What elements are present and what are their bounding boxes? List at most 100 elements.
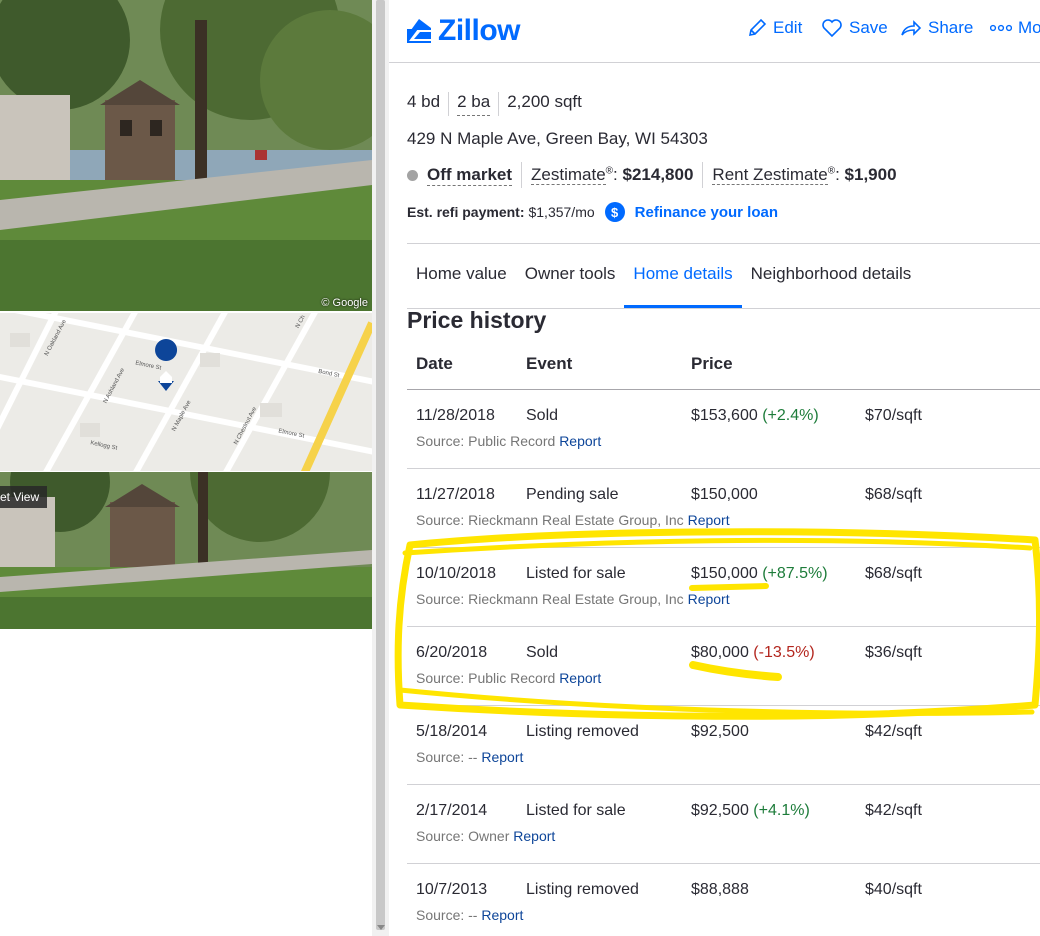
row-event: Sold	[526, 644, 559, 661]
divider	[702, 162, 704, 188]
row-price-per-sqft: $68/sqft	[865, 565, 922, 582]
row-price: $80,000 (-13.5%)	[691, 644, 815, 662]
map-thumbnail[interactable]: N Oakland Ave N Ashland Ave Elmore St N …	[0, 313, 372, 471]
zillow-logo[interactable]: Zillow	[406, 14, 521, 48]
rent-zestimate[interactable]: Rent Zestimate®: $1,900	[712, 165, 897, 185]
row-source: Source: Rieckmann Real Estate Group, Inc…	[416, 591, 730, 607]
source-text: Source: --	[416, 907, 478, 923]
rent-zestimate-value: $1,900	[844, 165, 897, 184]
price-value: $153,600	[691, 407, 758, 424]
tab-home-value[interactable]: Home value	[407, 244, 516, 308]
heart-icon	[822, 19, 842, 38]
google-attribution: © Google	[321, 297, 368, 309]
price-value: $88,888	[691, 881, 749, 898]
tab-home-details[interactable]: Home details	[624, 244, 742, 308]
zestimate-value: $214,800	[622, 165, 694, 184]
source-text: Source: --	[416, 749, 478, 765]
more-label: Mo	[1018, 18, 1040, 37]
report-link[interactable]: Report	[688, 591, 730, 607]
status-row: Off market Zestimate®: $214,800 Rent Zes…	[407, 162, 897, 188]
street-view-label[interactable]: et View	[0, 486, 48, 508]
scrollbar[interactable]	[372, 0, 389, 936]
pencil-icon	[748, 18, 767, 37]
price-value: $92,500	[691, 802, 749, 819]
section-title: Price history	[407, 307, 547, 333]
edit-label: Edit	[773, 18, 803, 37]
brand-name: Zillow	[438, 14, 521, 47]
row-event: Listing removed	[526, 723, 639, 740]
report-link[interactable]: Report	[481, 907, 523, 923]
source-text: Source: Public Record	[416, 670, 556, 686]
divider	[448, 92, 450, 116]
row-event: Sold	[526, 407, 559, 424]
scroll-down-arrow-icon[interactable]	[377, 925, 385, 930]
row-price-per-sqft: $36/sqft	[865, 644, 922, 661]
zillow-logo-icon	[407, 19, 431, 43]
report-link[interactable]: Report	[559, 433, 601, 449]
edit-button[interactable]: Edit	[747, 18, 802, 38]
row-event: Listing removed	[526, 881, 639, 898]
street-view-photo-2[interactable]: et View	[0, 472, 372, 629]
row-source: Source: Rieckmann Real Estate Group, Inc…	[416, 512, 730, 528]
row-price: $153,600 (+2.4%)	[691, 407, 819, 425]
price-change: (+87.5%)	[762, 565, 828, 582]
media-column: © Google N Oakland Ave N Ashland Ave Elm…	[0, 0, 372, 936]
more-button[interactable]: Mo	[990, 18, 1040, 38]
baths-count[interactable]: 2 ba	[457, 92, 491, 116]
row-price: $92,500	[691, 723, 749, 741]
row-date: 11/27/2018	[416, 486, 495, 503]
report-link[interactable]: Report	[688, 512, 730, 528]
price-value: $150,000	[691, 486, 758, 503]
share-label: Share	[928, 18, 974, 37]
share-arrow-icon	[901, 20, 922, 36]
row-date: 5/18/2014	[416, 723, 488, 740]
price-value: $80,000	[691, 644, 749, 661]
tab-neighborhood-details[interactable]: Neighborhood details	[742, 244, 921, 308]
share-button[interactable]: Share	[900, 18, 973, 38]
report-link[interactable]: Report	[513, 828, 555, 844]
row-date: 2/17/2014	[416, 802, 488, 819]
row-date: 10/10/2018	[416, 565, 497, 582]
street-view-photo[interactable]: © Google	[0, 0, 372, 311]
property-address: 429 N Maple Ave, Green Bay, WI 54303	[407, 129, 708, 148]
refi-label: Est. refi payment:	[407, 204, 525, 220]
tab-owner-tools[interactable]: Owner tools	[516, 244, 625, 308]
price-change: (-13.5%)	[753, 644, 815, 661]
table-row: 10/10/2018 Listed for sale $150,000 (+87.5…	[407, 548, 1040, 627]
price-value: $92,500	[691, 723, 749, 740]
price-value: $150,000	[691, 565, 758, 582]
table-row: 10/7/2013 Listing removed $88,888 $40/sqft S…	[407, 864, 1040, 936]
price-history-table: 11/28/2018 Sold $153,600 (+2.4%) $70/sqft So…	[407, 390, 1040, 936]
row-price-per-sqft: $42/sqft	[865, 723, 922, 740]
row-price-per-sqft: $68/sqft	[865, 486, 922, 503]
price-change: (+2.4%)	[762, 407, 819, 424]
table-row: 5/18/2014 Listing removed $92,500 $42/sqft S…	[407, 706, 1040, 785]
registered-mark: ®	[605, 165, 614, 177]
status-dot-icon	[407, 169, 418, 181]
row-source: Source: Public Record Report	[416, 433, 601, 449]
header-bar: Zillow Edit Save Share Mo	[389, 0, 1040, 63]
report-link[interactable]: Report	[559, 670, 601, 686]
row-event: Listed for sale	[526, 802, 626, 819]
row-source: Source: Owner Report	[416, 828, 555, 844]
status-badge[interactable]: Off market	[427, 165, 513, 186]
row-price-per-sqft: $42/sqft	[865, 802, 922, 819]
home-details-panel: Zillow Edit Save Share Mo 4 bd 2 ba 2,20…	[389, 0, 1040, 936]
table-row: 2/17/2014 Listed for sale $92,500 (+4.1%) $…	[407, 785, 1040, 864]
refi-row: Est. refi payment: $1,357/mo $ Refinance…	[407, 202, 778, 222]
row-source: Source: -- Report	[416, 749, 523, 765]
save-label: Save	[849, 18, 888, 37]
row-date: 10/7/2013	[416, 881, 488, 898]
row-event: Pending sale	[526, 486, 619, 503]
table-row: 11/27/2018 Pending sale $150,000 $68/sqft So…	[407, 469, 1040, 548]
detail-tabs: Home value Owner tools Home details Neig…	[407, 244, 1040, 309]
save-button[interactable]: Save	[821, 18, 888, 38]
column-header-date: Date	[416, 354, 453, 373]
zestimate[interactable]: Zestimate®: $214,800	[531, 165, 693, 185]
source-text: Source: Rieckmann Real Estate Group, Inc	[416, 512, 684, 528]
report-link[interactable]: Report	[481, 749, 523, 765]
colon: :	[613, 165, 618, 184]
scrollbar-thumb[interactable]	[376, 0, 385, 930]
more-dots-icon	[990, 24, 1012, 32]
refinance-link[interactable]: Refinance your loan	[635, 204, 778, 221]
